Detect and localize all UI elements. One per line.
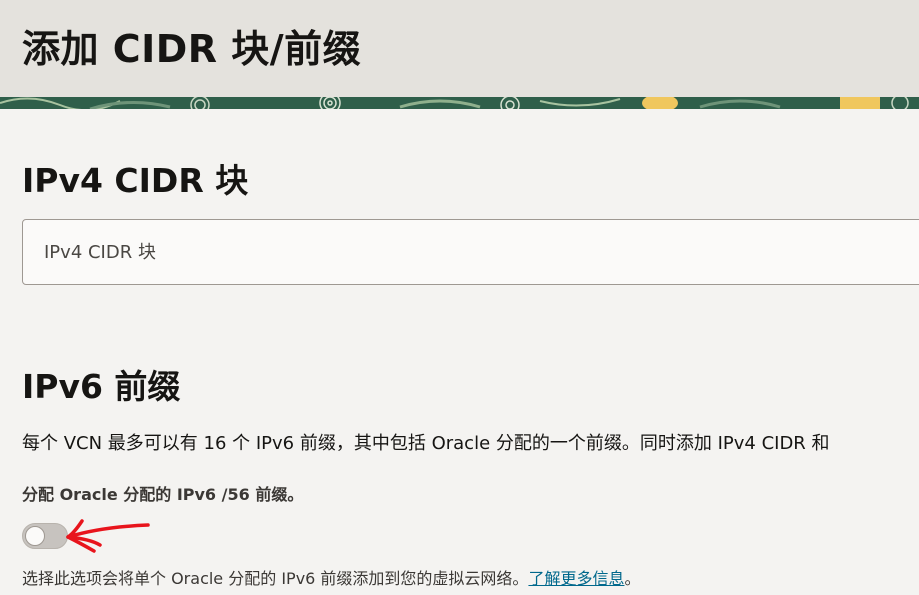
learn-more-link[interactable]: 了解更多信息 <box>528 569 624 588</box>
ipv6-toggle-label: 分配 Oracle 分配的 IPv6 /56 前缀。 <box>22 485 304 504</box>
ipv6-description: 每个 VCN 最多可以有 16 个 IPv6 前缀，其中包括 Oracle 分配… <box>22 433 830 454</box>
ipv6-oracle-prefix-toggle[interactable] <box>22 523 68 549</box>
helper-suffix: 。 <box>624 569 641 588</box>
ipv6-helper-text: 选择此选项会将单个 Oracle 分配的 IPv6 前缀添加到您的虚拟云网络。了… <box>22 565 640 589</box>
ipv6-heading: IPv6 前缀 <box>22 367 181 406</box>
ipv4-cidr-input[interactable] <box>22 219 919 285</box>
decorative-banner <box>0 97 919 109</box>
page-header: 添加 CIDR 块/前缀 <box>0 0 919 97</box>
ipv4-heading: IPv4 CIDR 块 <box>22 161 249 200</box>
page-title: 添加 CIDR 块/前缀 <box>22 27 362 71</box>
helper-text: 选择此选项会将单个 Oracle 分配的 IPv6 前缀添加到您的虚拟云网络。 <box>22 569 529 588</box>
toggle-knob <box>25 526 45 546</box>
red-arrow-annotation <box>66 519 150 553</box>
